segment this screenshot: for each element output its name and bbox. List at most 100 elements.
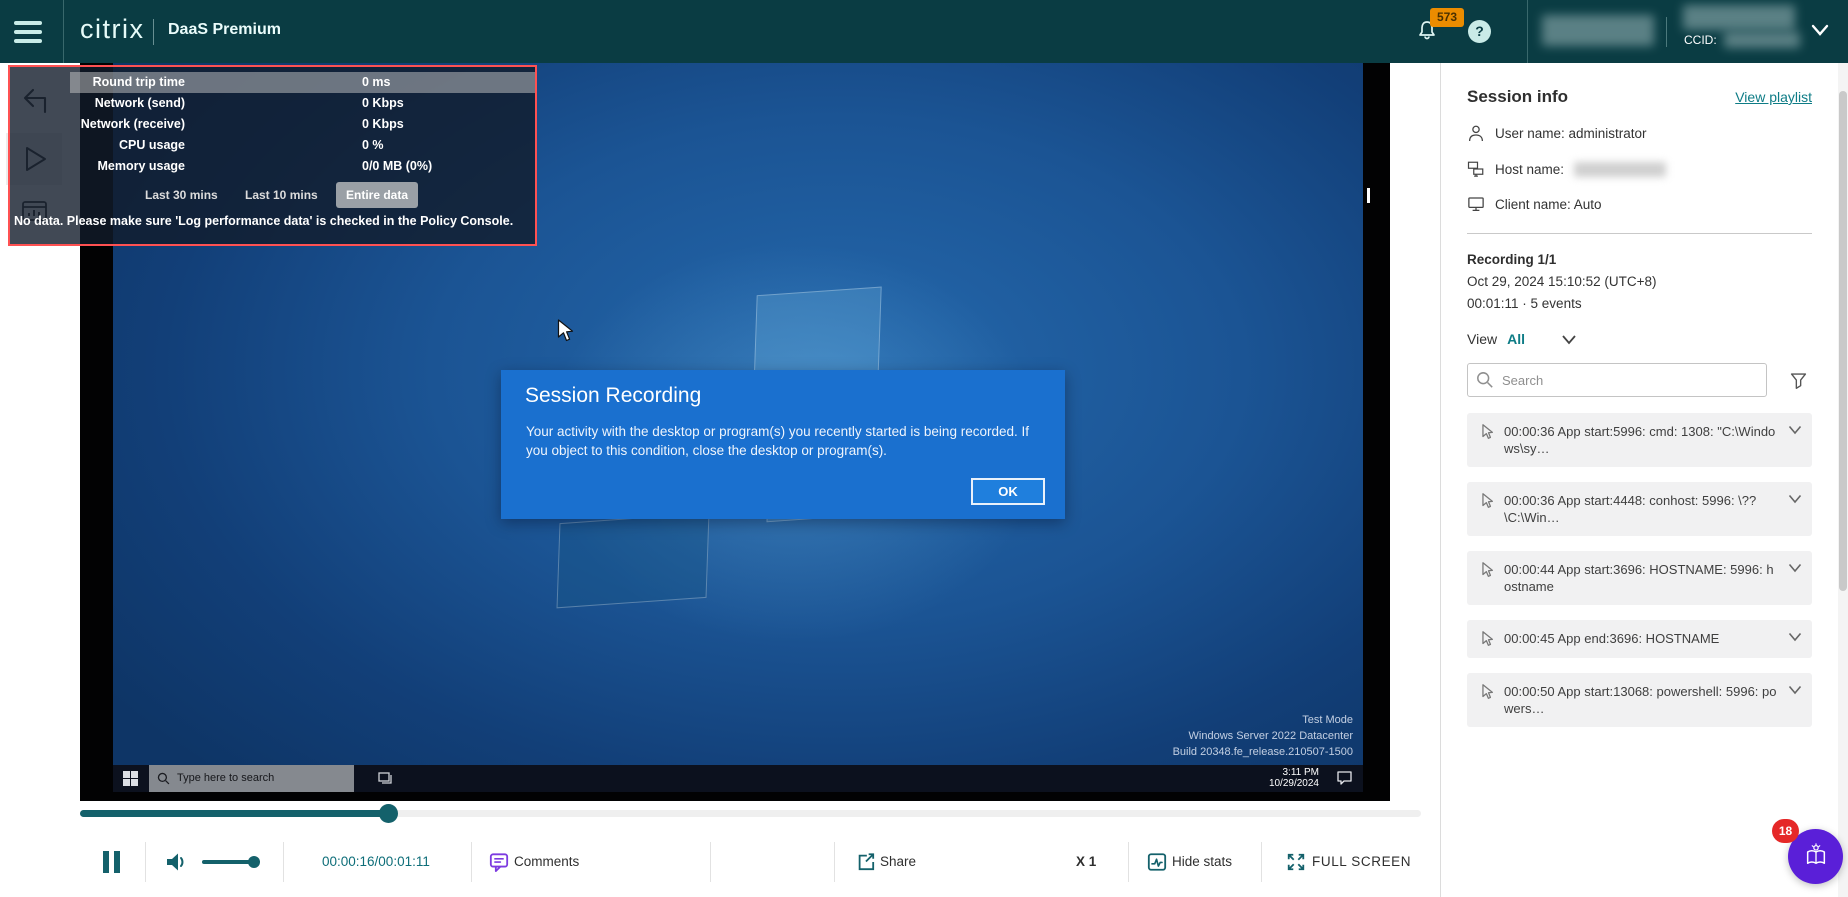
chevron-down-icon[interactable] — [1788, 632, 1802, 642]
session-info-panel: Session info View playlist User name: ad… — [1440, 63, 1848, 897]
stat-value: 0 ms — [362, 75, 391, 89]
event-list-item[interactable]: 00:00:44 App start:3696: HOSTNAME: 5996:… — [1467, 551, 1812, 605]
page-scrollbar[interactable] — [1838, 63, 1848, 897]
citrix-logo: citrix — [80, 14, 145, 44]
user-name-text: User name: administrator — [1495, 126, 1647, 141]
recording-duration-events: 00:01:11 · 5 events — [1467, 296, 1582, 311]
stat-value: 0 Kbps — [362, 117, 404, 131]
event-search-row — [1467, 363, 1812, 397]
event-text: 00:00:36 App start:5996: cmd: 1308: "C:\… — [1504, 424, 1776, 456]
chevron-down-icon[interactable] — [1561, 334, 1577, 345]
header-divider — [63, 0, 64, 63]
performance-stats-overlay: Round trip time 0 ms Network (send) 0 Kb… — [8, 65, 537, 246]
controls-divider — [1128, 842, 1129, 882]
range-last-30-mins-button[interactable]: Last 30 mins — [145, 185, 218, 205]
controls-divider — [283, 842, 284, 882]
taskbar-search-box[interactable]: Type here to search — [149, 765, 354, 792]
dialog-title: Session Recording — [525, 384, 702, 407]
range-last-10-mins-button[interactable]: Last 10 mins — [245, 185, 318, 205]
event-text: 00:00:44 App start:3696: HOSTNAME: 5996:… — [1504, 562, 1774, 594]
search-icon — [1477, 372, 1493, 388]
range-entire-data-button[interactable]: Entire data — [336, 182, 419, 208]
action-center-icon[interactable] — [1336, 770, 1353, 791]
chevron-down-icon[interactable] — [1788, 425, 1802, 435]
host-name-label: Host name: — [1495, 161, 1565, 177]
host-icon — [1467, 161, 1484, 177]
hide-stats-icon[interactable] — [1147, 852, 1167, 877]
recorded-mouse-cursor — [557, 319, 574, 348]
client-name-row: Client name: Auto — [1467, 195, 1812, 213]
redacted-host-name — [1574, 161, 1667, 177]
view-filter-dropdown[interactable]: All — [1507, 331, 1525, 347]
brand-separator — [153, 19, 154, 45]
chevron-down-icon[interactable] — [1788, 685, 1802, 695]
test-mode-watermark: Test Mode Windows Server 2022 Datacenter… — [1172, 714, 1353, 758]
no-data-message: No data. Please make sure 'Log performan… — [14, 214, 514, 228]
fullscreen-icon[interactable] — [1286, 852, 1306, 877]
recording-timestamp: Oct 29, 2024 15:10:52 (UTC+8) — [1467, 274, 1657, 289]
comments-icon[interactable] — [489, 852, 509, 878]
task-view-icon[interactable] — [378, 772, 393, 790]
recorded-text-cursor — [1367, 188, 1370, 203]
taskbar-search-placeholder: Type here to search — [177, 772, 275, 784]
hide-stats-button[interactable]: Hide stats — [1172, 826, 1232, 897]
filter-funnel-icon[interactable] — [1789, 371, 1808, 390]
controls-divider — [834, 842, 835, 882]
chevron-down-icon[interactable] — [1788, 494, 1802, 504]
recording-title: Recording 1/1 — [1467, 252, 1557, 267]
pause-button[interactable] — [103, 851, 122, 873]
stat-value: 0 Kbps — [362, 96, 404, 110]
event-list-item[interactable]: 00:00:45 App end:3696: HOSTNAME — [1467, 620, 1812, 658]
pointer-event-icon — [1482, 631, 1494, 646]
host-name-row: Host name: — [1467, 160, 1812, 178]
player-controls-bar: 00:00:16/00:01:11 Comments Share X 1 Hid… — [0, 826, 1440, 897]
view-playlist-link[interactable]: View playlist — [1735, 89, 1812, 105]
event-list-item[interactable]: 00:00:36 App start:5996: cmd: 1308: "C:\… — [1467, 413, 1812, 467]
search-icon — [157, 772, 170, 785]
volume-slider-thumb[interactable] — [248, 855, 260, 868]
ccid-label: CCID: — [1684, 33, 1717, 47]
help-button[interactable]: ? — [1468, 20, 1491, 43]
stat-label: Memory usage — [97, 159, 185, 173]
event-view-filter: View All — [1467, 331, 1812, 347]
comments-button[interactable]: Comments — [514, 826, 579, 897]
event-list-item[interactable]: 00:00:50 App start:13068: powershell: 59… — [1467, 673, 1812, 727]
share-icon[interactable] — [856, 852, 875, 876]
start-button[interactable] — [123, 771, 138, 786]
panel-divider — [1467, 233, 1812, 234]
account-chevron-down-icon[interactable] — [1810, 23, 1830, 42]
ok-button[interactable]: OK — [971, 478, 1045, 505]
chevron-down-icon[interactable] — [1788, 563, 1802, 573]
stat-value: 0/0 MB (0%) — [362, 159, 433, 173]
guide-notification-badge: 18 — [1772, 819, 1799, 843]
top-header: citrix DaaS Premium 573 ? CCID: — [0, 0, 1848, 63]
stat-label: Network (receive) — [80, 117, 185, 131]
windows-logo-pane — [556, 512, 710, 609]
session-recording-player-app: citrix DaaS Premium 573 ? CCID: Test Mod… — [0, 0, 1848, 897]
header-divider — [1527, 0, 1528, 63]
fullscreen-button[interactable]: FULL SCREEN — [1312, 826, 1411, 897]
volume-slider[interactable] — [202, 860, 254, 864]
stat-value: 0 % — [362, 138, 384, 152]
stat-label: Network (send) — [94, 96, 185, 110]
hamburger-menu-icon[interactable] — [14, 21, 44, 43]
taskbar-clock[interactable]: 3:11 PM 10/29/2024 — [1269, 767, 1319, 789]
header-divider — [1666, 17, 1667, 47]
event-list-item[interactable]: 00:00:36 App start:4448: conhost: 5996: … — [1467, 482, 1812, 536]
progress-fill — [80, 810, 389, 817]
notification-count-badge: 573 — [1430, 8, 1464, 27]
share-button[interactable]: Share — [880, 826, 916, 897]
progress-track[interactable] — [80, 804, 1421, 823]
event-text: 00:00:36 App start:4448: conhost: 5996: … — [1504, 493, 1757, 525]
scrollbar-thumb[interactable] — [1839, 91, 1847, 591]
playback-speed-button[interactable]: X 1 — [1076, 826, 1096, 897]
pointer-event-icon — [1482, 684, 1494, 699]
volume-icon[interactable] — [164, 850, 190, 879]
redacted-org-name — [1683, 5, 1795, 30]
pointer-event-icon — [1482, 493, 1494, 508]
book-lightbulb-icon — [1806, 842, 1825, 864]
redacted-account-name — [1542, 15, 1654, 46]
event-search-input[interactable] — [1467, 363, 1767, 397]
progress-thumb[interactable] — [379, 804, 399, 823]
dialog-body-text: Your activity with the desktop or progra… — [526, 424, 1029, 458]
